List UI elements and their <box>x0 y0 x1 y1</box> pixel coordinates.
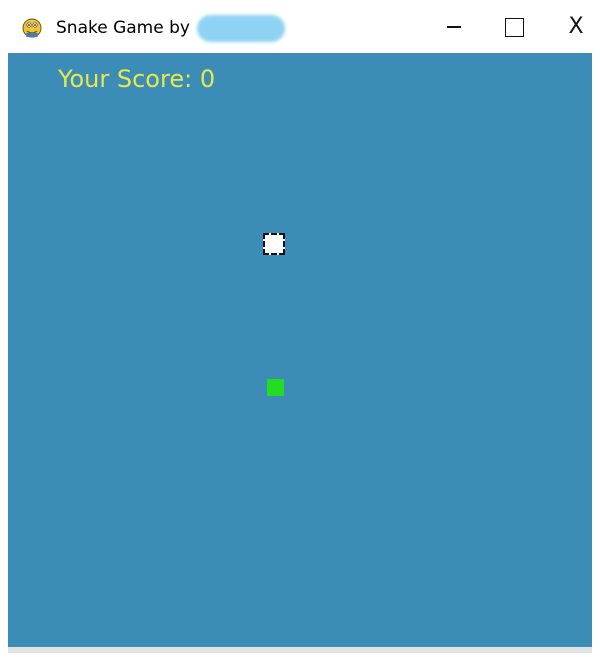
food-block <box>263 233 285 255</box>
score-display: Your Score: 0 <box>58 65 215 93</box>
game-window: Snake Game by X Your Score: 0 <box>0 0 600 657</box>
maximize-button[interactable] <box>494 10 534 44</box>
score-value: 0 <box>199 65 216 93</box>
score-label: Your Score: <box>58 65 193 93</box>
close-icon: X <box>568 14 584 39</box>
window-title: Snake Game by <box>56 18 190 38</box>
title-bar[interactable]: Snake Game by X <box>0 0 600 52</box>
maximize-icon <box>504 17 524 37</box>
snake-head <box>267 379 284 396</box>
game-canvas[interactable]: Your Score: 0 <box>8 53 592 647</box>
window-bottom-border <box>8 647 592 653</box>
minimize-button[interactable] <box>434 10 474 44</box>
python-snake-icon <box>22 18 42 38</box>
redacted-author-name <box>197 15 285 42</box>
close-button[interactable]: X <box>556 10 596 44</box>
minimize-icon <box>447 26 461 28</box>
